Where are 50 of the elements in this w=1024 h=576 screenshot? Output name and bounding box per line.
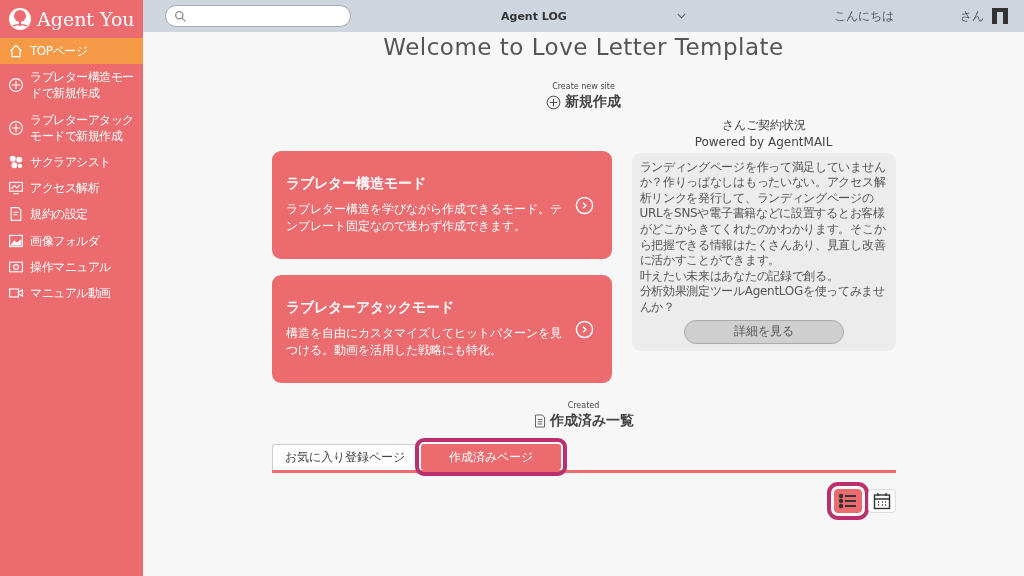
mode-card[interactable]: ラブレター構造モード ラブレター構造を学びながら作成できるモード。テンプレート固定なので迷わず作成できます。 (271, 151, 612, 259)
section-heading: 作成済み一覧 (549, 412, 634, 430)
powered-by-text: Powered by AgentMAIL (694, 133, 833, 151)
contract-heading: さんご契約状況 (721, 117, 806, 134)
tree-logo-icon (8, 7, 32, 31)
document-icon (8, 206, 24, 223)
search-field[interactable] (165, 5, 351, 27)
calendar-icon (872, 492, 891, 510)
flowers-icon (8, 154, 24, 171)
sidebar-item[interactable]: マニュアル動画 (0, 279, 143, 307)
sidebar-item[interactable]: サクラアシスト (0, 148, 143, 176)
sidebar-item[interactable]: アクセス解析 (0, 175, 143, 202)
honorific-text: さん (960, 7, 984, 25)
sidebar-item[interactable]: ラブレター構造モードで新規作成 (0, 64, 143, 107)
search-icon (174, 9, 187, 23)
page-title: Welcome to Love Letter Template (383, 34, 784, 60)
arrow-circle-icon (574, 319, 594, 339)
info-text: ランディングページを作って満足していませんか？作りっぱなしはもったいない。アクセス解析リンクを発行して、ランディングページのURLをSNSや電子書籍などに設置するとお客様がどこからきてくれたのかわかります。そこから把握できる情報はたくさんあり、見直し改善に活かすことができます。 (639, 159, 887, 269)
list-icon (837, 493, 858, 509)
home-icon (8, 43, 24, 60)
info-text: 叶えたい未来はあなたの記録で創る。 (639, 268, 840, 285)
plus-circle-icon (8, 119, 24, 136)
section-caption: Created (567, 401, 600, 410)
sidebar-item[interactable]: ラブレターアタックモードで新規作成 (0, 106, 143, 149)
sidebar-item[interactable]: 操作マニュアル (0, 253, 143, 280)
card-title: ラブレターアタックモード (285, 299, 455, 318)
plus-circle-icon (546, 94, 561, 110)
sidebar-item[interactable]: 規約の設定 (0, 201, 143, 228)
section-caption: Create new site (552, 82, 615, 91)
app-dropdown[interactable]: Agent LOG (501, 9, 686, 23)
calendar-view-button[interactable] (867, 489, 896, 513)
chevron-down-icon (676, 13, 686, 19)
monitor-icon (8, 180, 24, 197)
arrow-circle-icon (574, 195, 594, 215)
card-description: 構造を自由にカスタマイズしてヒットパターンを見つける。動画を活用した戦略にも特化。 (285, 325, 563, 359)
sidebar-item[interactable]: 画像フォルダ (0, 227, 143, 254)
brand-name: Agent You (37, 8, 135, 30)
details-button[interactable]: 詳細を見る (683, 319, 844, 344)
image-icon (8, 232, 24, 249)
sidebar-item[interactable]: TOPページ (0, 38, 143, 65)
tab[interactable]: お気に入り登録ページ (271, 444, 418, 470)
info-text: 分析効果測定ツールAgentLOGを使ってみませんか？ (639, 284, 886, 316)
plus-circle-icon (8, 77, 24, 94)
card-title: ラブレター構造モード (285, 175, 427, 194)
greeting-text: こんにちは (834, 7, 894, 25)
document-icon (533, 414, 546, 428)
card-description: ラブレター構造を学びながら作成できるモード。テンプレート固定なので迷わず作成できます。 (285, 201, 563, 235)
section-heading: 新規作成 (565, 93, 621, 111)
mode-card[interactable]: ラブレターアタックモード 構造を自由にカスタマイズしてヒットパターンを見つける。動画を活用した戦略にも特化。 (271, 275, 612, 383)
avatar-icon[interactable] (990, 6, 1010, 26)
